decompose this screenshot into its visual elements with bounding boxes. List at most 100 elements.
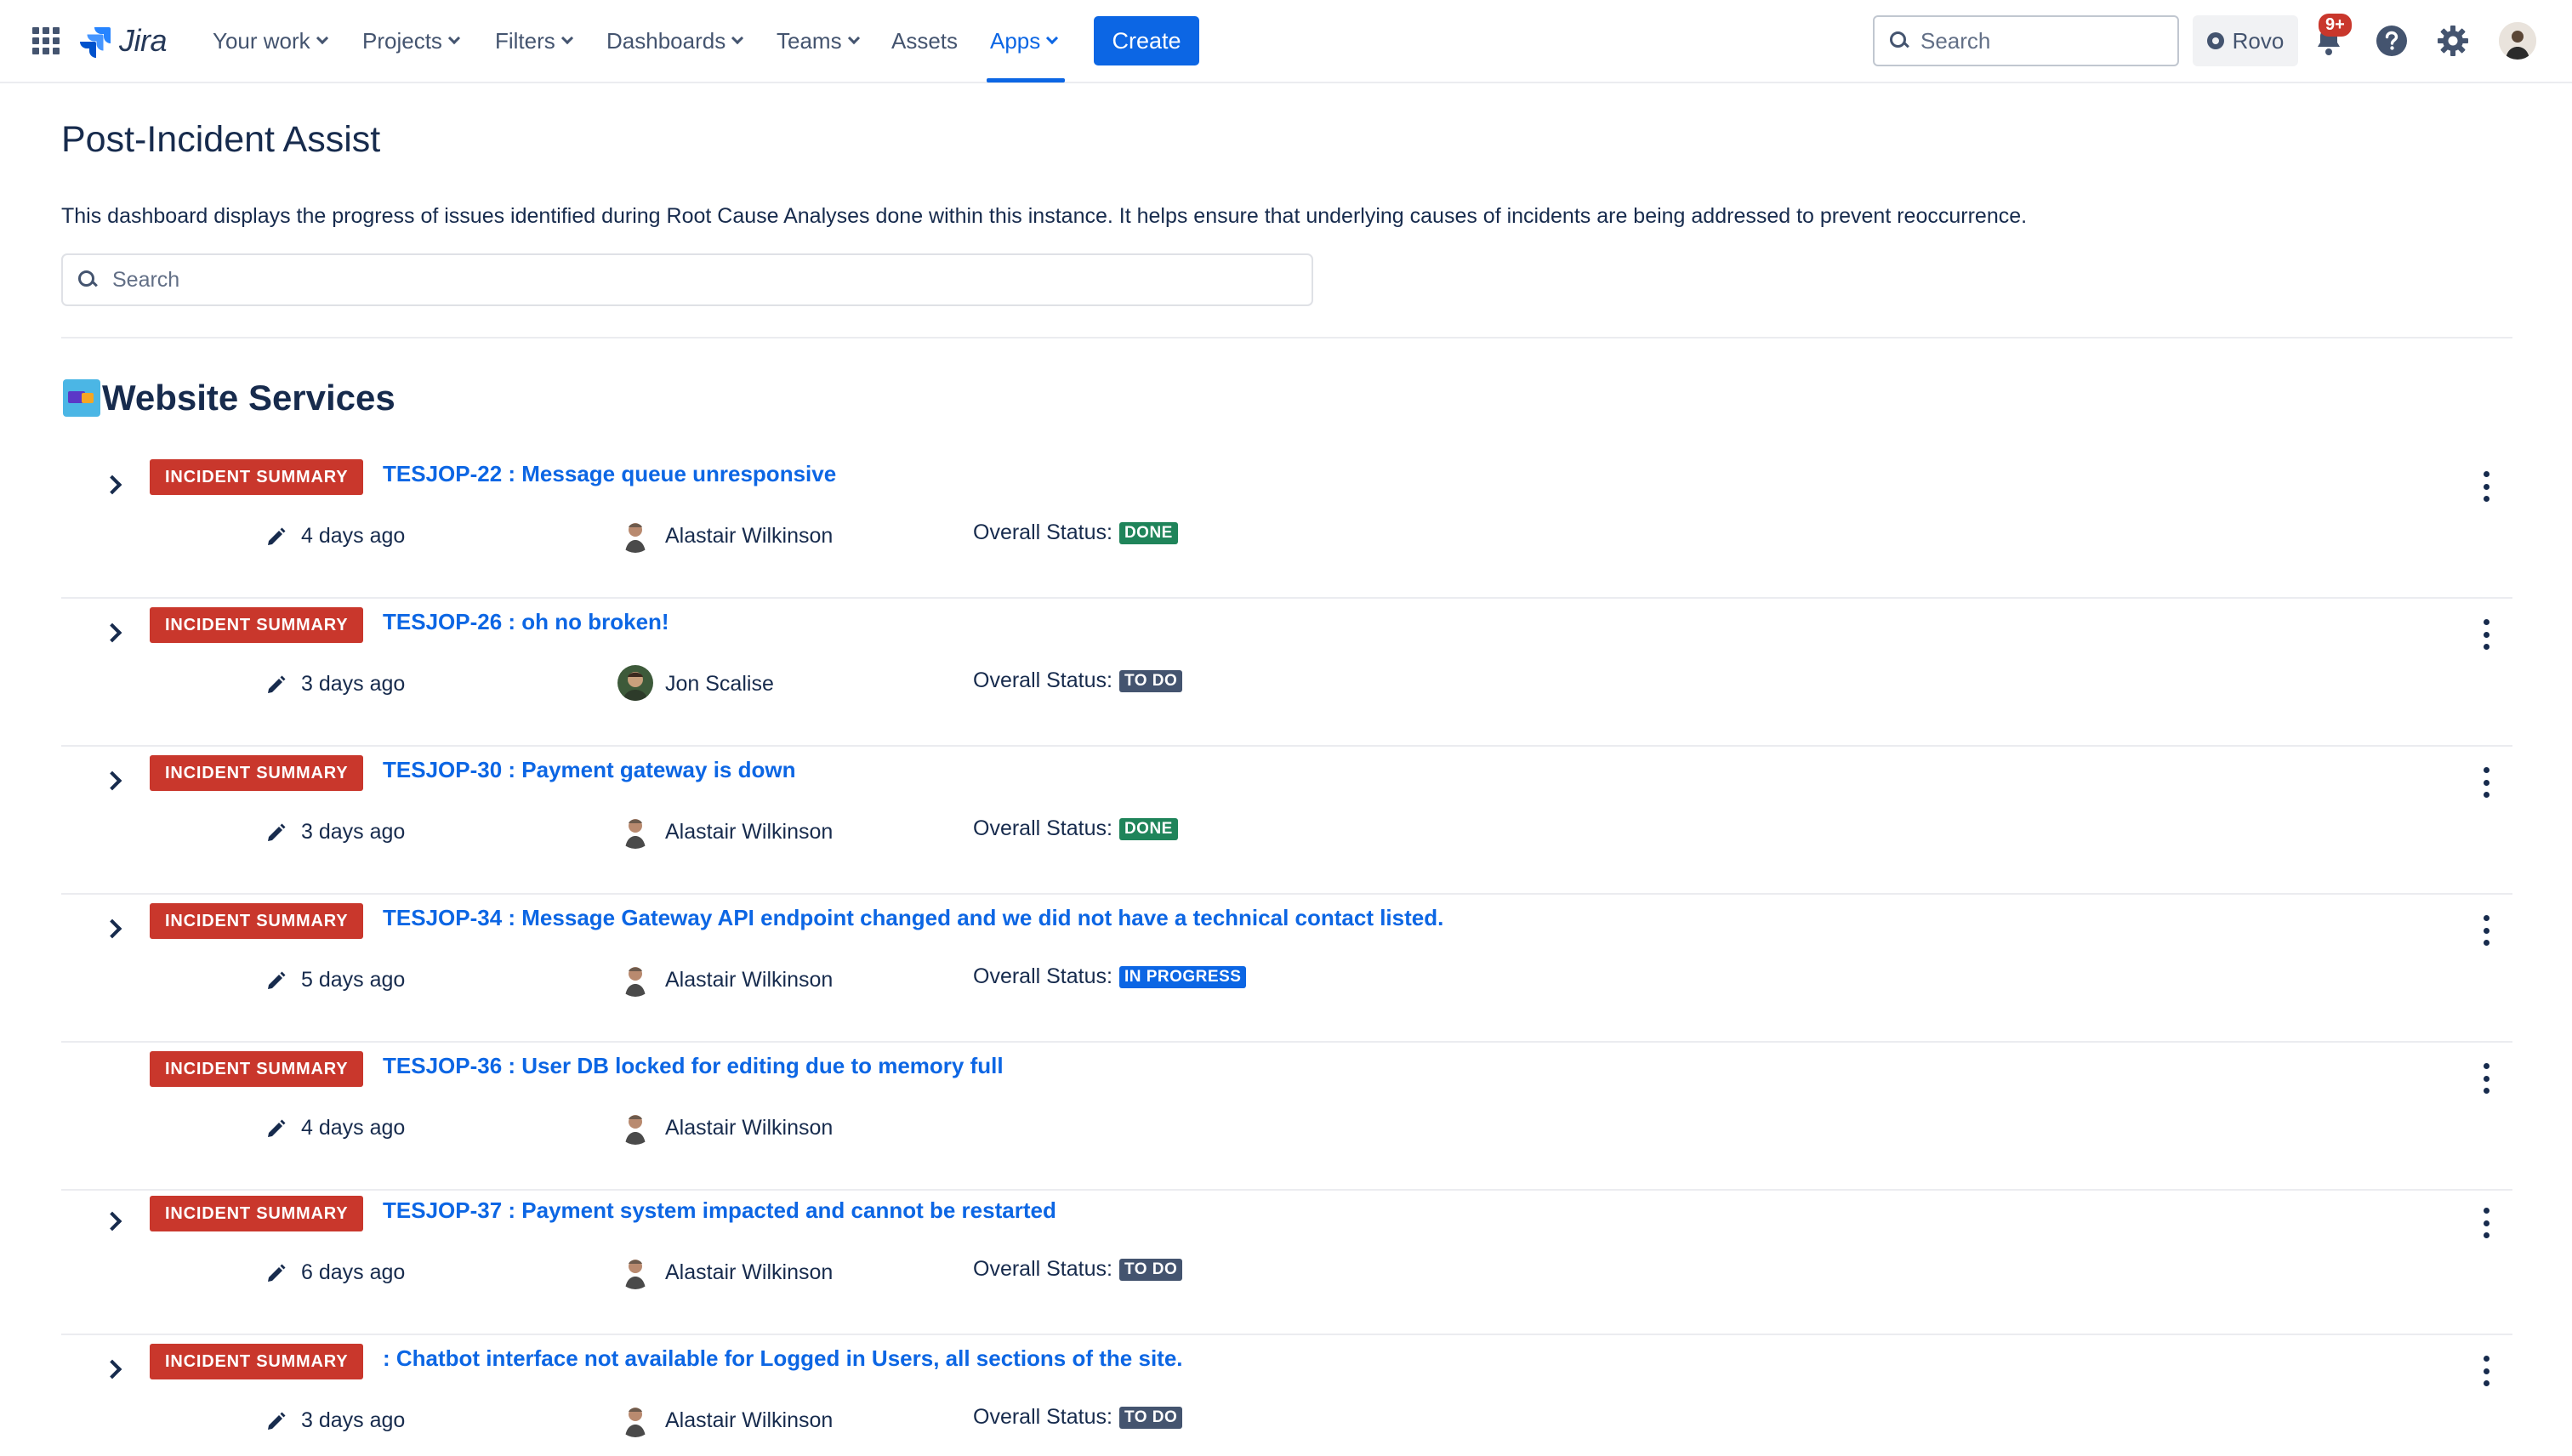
last-updated: 5 days ago: [301, 968, 406, 992]
overall-status-label: Overall Status:: [973, 520, 1112, 544]
nav-filters[interactable]: Filters: [495, 26, 573, 56]
overall-status-label: Overall Status:: [973, 668, 1112, 692]
nav-dashboards[interactable]: Dashboards: [606, 26, 744, 56]
pencil-icon: [265, 1410, 287, 1432]
nav-your-work[interactable]: Your work: [213, 26, 328, 56]
jira-logo[interactable]: Jira: [78, 22, 168, 60]
last-updated: 3 days ago: [301, 1408, 406, 1432]
last-updated: 4 days ago: [301, 524, 406, 548]
incident-summary-lozenge: INCIDENT SUMMARY: [150, 1051, 364, 1087]
expand-chevron-icon[interactable]: [100, 471, 126, 497]
dashboard-search-input[interactable]: [112, 267, 1286, 293]
status-badge: DONE: [1118, 817, 1178, 840]
page-description: This dashboard displays the progress of …: [61, 204, 2028, 228]
incident-title-link[interactable]: TESJOP-34 : Message Gateway API endpoint…: [383, 905, 1443, 931]
settings-button[interactable]: [2434, 22, 2472, 60]
assignee-name: Alastair Wilkinson: [665, 1408, 834, 1432]
pencil-icon: [265, 526, 287, 548]
more-actions-icon[interactable]: [2473, 1352, 2499, 1390]
nav-label: Assets: [891, 27, 959, 54]
status-badge: TO DO: [1118, 1258, 1183, 1281]
incident-row: INCIDENT SUMMARY TESJOP-34 : Message Gate…: [61, 895, 2512, 1043]
global-search-input[interactable]: [1920, 27, 2159, 54]
chevron-down-icon: [847, 31, 860, 45]
assignee-avatar: [617, 961, 653, 997]
chevron-down-icon: [1046, 31, 1059, 45]
nav-label: Apps: [990, 27, 1041, 54]
project-icon: [63, 379, 100, 417]
incident-title-link[interactable]: TESJOP-26 : oh no broken!: [383, 609, 669, 635]
last-updated: 6 days ago: [301, 1260, 406, 1284]
pencil-icon: [265, 970, 287, 992]
rovo-button[interactable]: Rovo: [2193, 15, 2298, 66]
last-updated: 3 days ago: [301, 672, 406, 696]
incident-row: INCIDENT SUMMARY TESJOP-36 : User DB lock…: [61, 1043, 2512, 1191]
section-title: Website Services: [102, 378, 395, 418]
overall-status: Overall Status: DONE: [973, 520, 1178, 545]
assignee-name: Jon Scalise: [665, 672, 774, 696]
more-actions-icon[interactable]: [2473, 764, 2499, 801]
more-actions-icon[interactable]: [2473, 1060, 2499, 1097]
incident-title-link[interactable]: TESJOP-22 : Message queue unresponsive: [383, 461, 836, 487]
last-updated: 4 days ago: [301, 1116, 406, 1140]
incident-summary-lozenge: INCIDENT SUMMARY: [150, 1344, 364, 1379]
incident-row: INCIDENT SUMMARY TESJOP-37 : Payment syst…: [61, 1187, 2512, 1335]
overall-status-label: Overall Status:: [973, 1405, 1112, 1429]
expand-chevron-icon[interactable]: [100, 1208, 126, 1233]
incident-row: INCIDENT SUMMARY TESJOP-30 : Payment gate…: [61, 747, 2512, 895]
expand-chevron-icon[interactable]: [100, 915, 126, 941]
assignee-avatar: [617, 1109, 653, 1145]
nav-label: Dashboards: [606, 27, 726, 54]
profile-avatar[interactable]: [2499, 22, 2536, 60]
expand-chevron-icon[interactable]: [100, 1356, 126, 1381]
user-avatar-icon: [2499, 22, 2536, 60]
overall-status-label: Overall Status:: [973, 816, 1112, 840]
nav-apps[interactable]: Apps: [990, 26, 1059, 56]
global-search[interactable]: [1873, 15, 2179, 66]
section-header: Website Services: [63, 378, 395, 418]
overall-status: Overall Status: TO DO: [973, 1405, 1183, 1430]
expand-chevron-icon[interactable]: [100, 767, 126, 793]
more-actions-icon[interactable]: [2473, 468, 2499, 505]
nav-assets[interactable]: Assets: [891, 26, 958, 56]
incident-summary-lozenge: INCIDENT SUMMARY: [150, 459, 364, 495]
nav-label: Projects: [362, 27, 442, 54]
jira-logo-icon: [80, 27, 111, 58]
rovo-icon: [2206, 32, 2224, 49]
overall-status: Overall Status: IN PROGRESS: [973, 964, 1247, 989]
dashboard-search[interactable]: [61, 253, 1313, 306]
more-actions-icon[interactable]: [2473, 912, 2499, 949]
overall-status: Overall Status: TO DO: [973, 668, 1183, 693]
nav-projects[interactable]: Projects: [362, 26, 460, 56]
expand-chevron-icon[interactable]: [100, 619, 126, 645]
incident-summary-lozenge: INCIDENT SUMMARY: [150, 755, 364, 791]
notifications-badge: 9+: [2319, 14, 2352, 37]
more-actions-icon[interactable]: [2473, 1204, 2499, 1242]
incident-title-link[interactable]: TESJOP-37 : Payment system impacted and …: [383, 1197, 1056, 1224]
assignee-name: Alastair Wilkinson: [665, 1260, 834, 1284]
incident-title-link[interactable]: TESJOP-30 : Payment gateway is down: [383, 757, 795, 783]
overall-status-label: Overall Status:: [973, 1257, 1112, 1281]
gear-icon: [2438, 26, 2468, 56]
nav-label: Your work: [213, 27, 310, 54]
assignee-avatar: [617, 665, 653, 701]
app-switcher-icon[interactable]: [32, 27, 60, 54]
assignee-name: Alastair Wilkinson: [665, 1116, 834, 1140]
incident-summary-lozenge: INCIDENT SUMMARY: [150, 903, 364, 939]
status-badge: IN PROGRESS: [1118, 965, 1247, 988]
chevron-down-icon: [316, 31, 328, 45]
more-actions-icon[interactable]: [2473, 616, 2499, 653]
incident-row: INCIDENT SUMMARY TESJOP-22 : Message queu…: [61, 451, 2512, 599]
incident-title-link[interactable]: : Chatbot interface not available for Lo…: [383, 1345, 1183, 1372]
incident-title-link[interactable]: TESJOP-36 : User DB locked for editing d…: [383, 1053, 1004, 1079]
create-button[interactable]: Create: [1094, 16, 1199, 65]
assignee-avatar: [617, 1402, 653, 1437]
help-icon: [2376, 26, 2407, 56]
search-icon: [78, 270, 97, 289]
assignee-name: Alastair Wilkinson: [665, 820, 834, 844]
overall-status: Overall Status: TO DO: [973, 1257, 1183, 1282]
pencil-icon: [265, 822, 287, 844]
nav-teams[interactable]: Teams: [777, 26, 860, 56]
help-button[interactable]: [2373, 22, 2410, 60]
status-badge: DONE: [1118, 521, 1178, 544]
